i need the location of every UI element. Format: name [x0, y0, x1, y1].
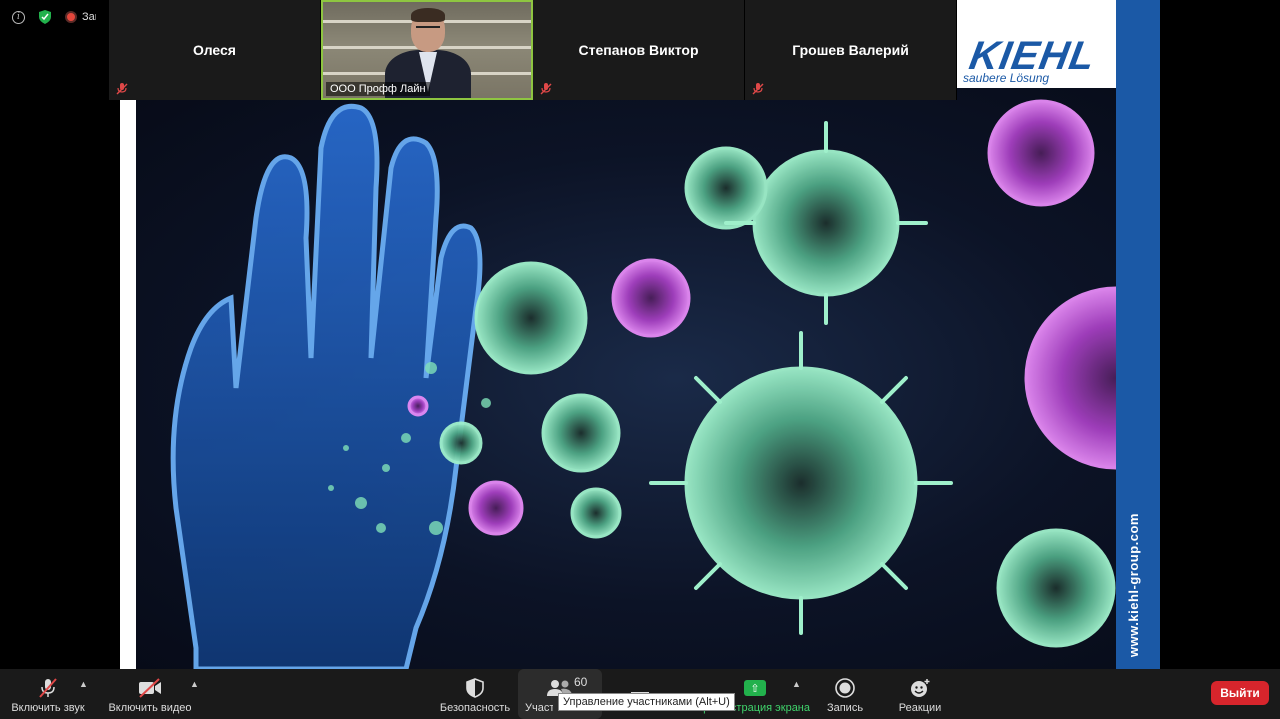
record-icon — [835, 678, 855, 698]
illustration-svg — [170, 99, 1116, 669]
participant-tile[interactable]: Олеся — [109, 0, 321, 100]
participant-name: Олеся — [193, 42, 236, 58]
encryption-shield-icon[interactable] — [39, 10, 51, 24]
brand-side-bar: www.kiehl-group.com — [1116, 0, 1160, 669]
participants-tooltip: Управление участниками (Alt+U) — [558, 693, 735, 711]
meeting-status-bar: i Запись — [12, 10, 96, 24]
zoom-meeting-window: KIEHL saubere Lösung www.kiehl-group.com… — [0, 0, 1280, 719]
audio-options-caret-icon[interactable]: ▲ — [79, 679, 88, 689]
speaker-glasses — [416, 26, 440, 32]
security-label: Безопасность — [439, 702, 511, 714]
reactions-button[interactable]: Реакции — [892, 669, 948, 719]
muted-mic-icon — [540, 83, 552, 95]
participant-name: Степанов Виктор — [578, 42, 699, 58]
participants-label: Участники — [525, 702, 553, 714]
reactions-label: Реакции — [898, 702, 942, 714]
reactions-emoji-icon — [911, 679, 930, 697]
info-icon[interactable]: i — [12, 10, 25, 24]
start-video-button[interactable]: Включить видео — [105, 669, 195, 719]
shared-screen: KIEHL saubere Lösung www.kiehl-group.com — [120, 0, 1160, 669]
security-button[interactable]: Безопасность — [436, 669, 514, 719]
virus-hand-illustration — [136, 88, 1116, 669]
logo-tagline: saubere Lösung — [963, 71, 1050, 85]
share-options-caret-icon[interactable]: ▲ — [792, 679, 801, 689]
start-video-label: Включить видео — [108, 702, 192, 714]
participant-name: ООО Профф Лайн — [326, 82, 430, 96]
participant-count: 60 — [574, 675, 588, 689]
muted-mic-icon — [116, 83, 128, 95]
recording-indicator[interactable]: Запись — [65, 11, 96, 23]
unmute-label: Включить звук — [11, 702, 85, 714]
muted-mic-icon — [39, 678, 57, 698]
video-options-caret-icon[interactable]: ▲ — [190, 679, 199, 689]
record-button[interactable]: Запись — [820, 669, 870, 719]
security-shield-icon — [466, 678, 484, 698]
participant-tile[interactable]: Степанов Виктор — [533, 0, 745, 100]
record-label: Запись — [826, 702, 864, 714]
share-screen-arrow-icon: ⇧ — [744, 680, 766, 696]
record-dot-icon — [65, 11, 77, 23]
participant-strip: Олеся ООО Профф Лайн Степанов Виктор Гро… — [109, 0, 960, 100]
unmute-button[interactable]: Включить звук — [8, 669, 88, 719]
video-off-icon — [139, 678, 161, 698]
recording-label: Запись — [82, 11, 96, 23]
participant-name: Грошев Валерий — [792, 42, 909, 58]
participant-tile[interactable]: Грошев Валерий — [745, 0, 957, 100]
slide-url: www.kiehl-group.com — [1126, 512, 1141, 657]
participant-tile-active-speaker[interactable]: ООО Профф Лайн — [321, 0, 533, 100]
muted-mic-icon — [752, 83, 764, 95]
speaker-hair — [411, 8, 445, 22]
kiehl-logo: KIEHL saubere Lösung — [958, 0, 1113, 88]
leave-meeting-button[interactable]: Выйти — [1211, 681, 1269, 705]
